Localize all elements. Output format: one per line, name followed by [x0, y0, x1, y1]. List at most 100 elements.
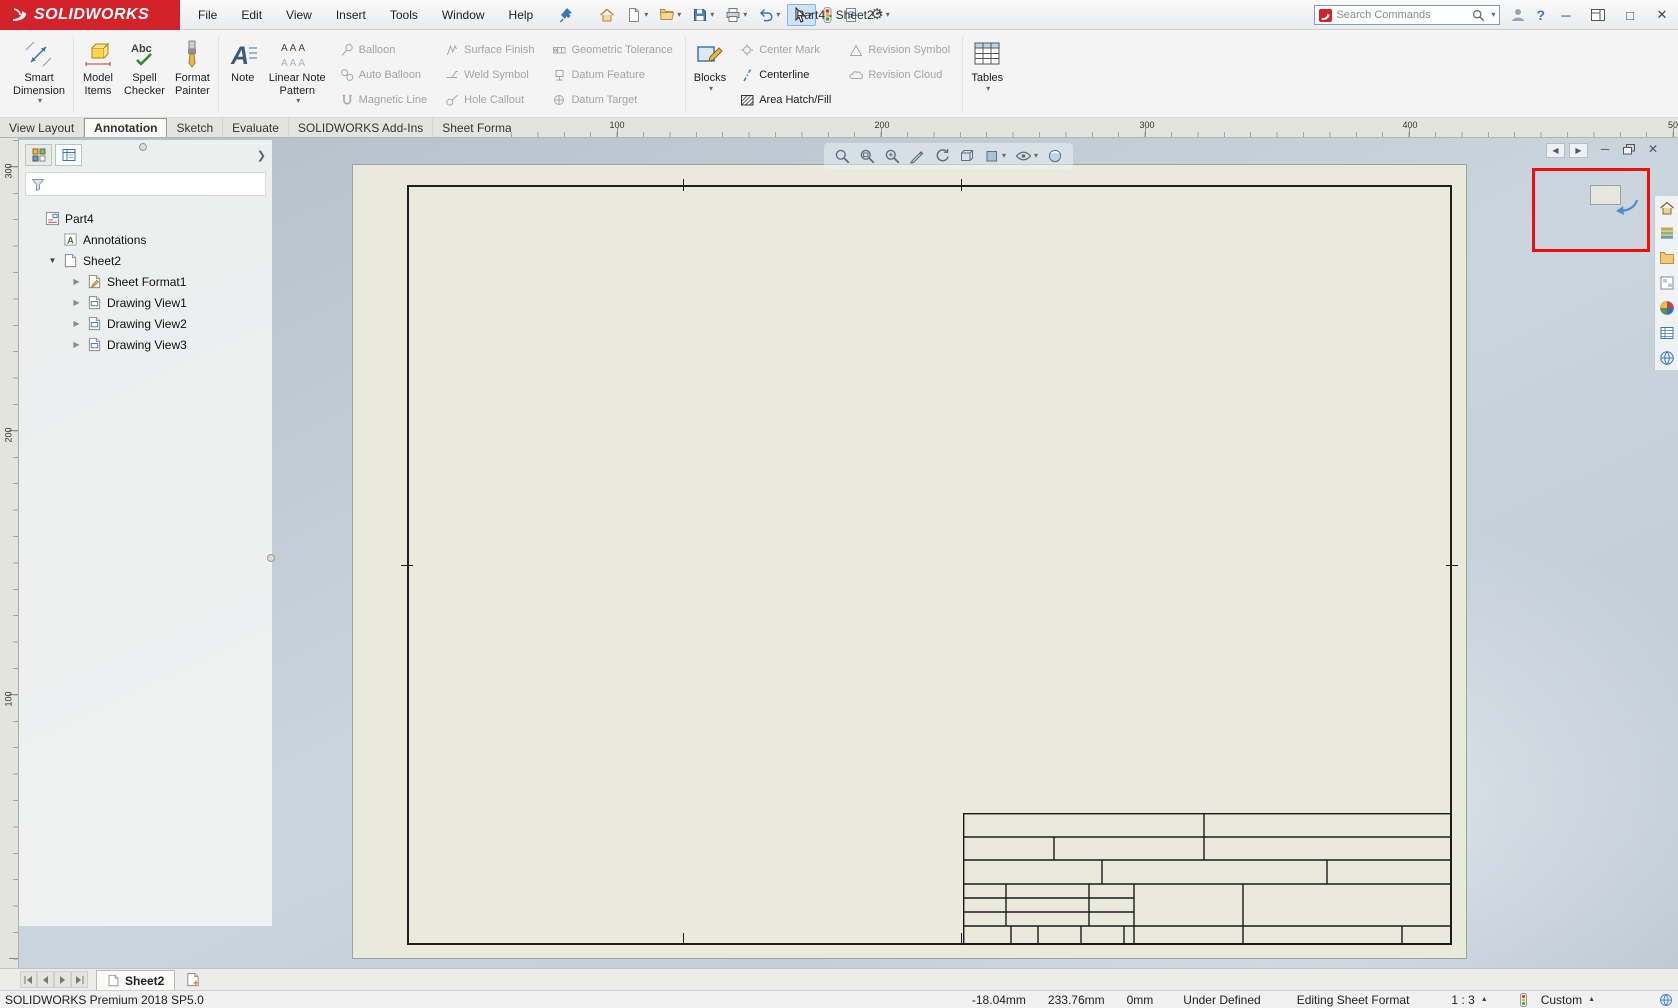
sheet-tab-sheet2[interactable]: Sheet2: [96, 970, 175, 990]
pin-menu-icon[interactable]: [559, 7, 573, 23]
last-sheet-button[interactable]: [71, 971, 88, 988]
smart-dimension-button[interactable]: Smart Dimension ▾: [8, 33, 70, 116]
chevron-down-icon[interactable]: ▾: [710, 11, 714, 19]
panel-splitter-handle[interactable]: [267, 554, 275, 562]
tree-item-drawing-view3[interactable]: ▶ Drawing View3: [19, 334, 272, 355]
new-document-button[interactable]: ▾: [622, 4, 652, 26]
minimize-button[interactable]: ─: [1555, 8, 1577, 23]
units-popup-icon[interactable]: ▲: [1588, 996, 1595, 1003]
status-units[interactable]: Custom: [1541, 993, 1582, 1007]
chevron-down-icon[interactable]: ▾: [1491, 11, 1495, 19]
print-button[interactable]: ▾: [721, 4, 751, 26]
menu-insert[interactable]: Insert: [324, 0, 378, 30]
open-button[interactable]: ▾: [655, 4, 685, 26]
weld-symbol-button[interactable]: Weld Symbol: [445, 66, 534, 83]
zoom-to-fit-icon[interactable]: [834, 148, 850, 164]
revision-cloud-button[interactable]: Revision Cloud: [849, 66, 950, 83]
next-sheet-icon[interactable]: ▶: [1569, 143, 1588, 158]
design-library-icon[interactable]: [1659, 225, 1675, 241]
window-panes-button[interactable]: [1587, 9, 1609, 21]
expand-icon[interactable]: ▶: [71, 277, 82, 286]
collapse-icon[interactable]: ▼: [47, 256, 58, 265]
user-account-icon[interactable]: [1510, 7, 1526, 23]
doc-minimize-icon[interactable]: ─: [1595, 142, 1615, 156]
linear-note-pattern-button[interactable]: AAAAAA Linear Note Pattern ▾: [264, 33, 331, 116]
help-button[interactable]: ?: [1536, 7, 1545, 23]
model-items-button[interactable]: Model Items: [77, 33, 119, 116]
next-sheet-button[interactable]: [54, 971, 71, 988]
view-palette-icon[interactable]: [1659, 275, 1675, 291]
apply-scene-icon[interactable]: [1047, 148, 1063, 164]
tree-item-drawing-view1[interactable]: ▶ Drawing View1: [19, 292, 272, 313]
magnetic-line-button[interactable]: Magnetic Line: [340, 91, 428, 108]
doc-restore-icon[interactable]: [1619, 144, 1639, 155]
custom-properties-icon[interactable]: [1659, 325, 1675, 341]
tables-button[interactable]: Tables ▾: [966, 33, 1008, 116]
menu-window[interactable]: Window: [430, 0, 497, 30]
surface-finish-button[interactable]: Surface Finish: [445, 41, 534, 58]
zoom-in-out-icon[interactable]: [884, 148, 900, 164]
previous-sheet-icon[interactable]: ◀: [1546, 143, 1565, 158]
tree-item-annotations[interactable]: A Annotations: [19, 229, 272, 250]
solidworks-resources-icon[interactable]: [1659, 350, 1675, 366]
format-painter-button[interactable]: Format Painter: [170, 33, 215, 116]
note-button[interactable]: A Note: [222, 33, 264, 116]
drawing-sheet[interactable]: [353, 165, 1466, 958]
home-button[interactable]: [595, 4, 619, 26]
hole-callout-button[interactable]: Hole Callout: [445, 91, 534, 108]
tree-item-sheet2[interactable]: ▼ Sheet2: [19, 250, 272, 271]
status-globe-icon[interactable]: [1659, 993, 1673, 1007]
chevron-down-icon[interactable]: ▾: [886, 11, 890, 19]
spell-checker-button[interactable]: Abc Spell Checker: [119, 33, 170, 116]
status-sheet-scale[interactable]: 1 : 3: [1451, 993, 1474, 1007]
feature-manager-tree-tab[interactable]: [25, 144, 52, 166]
datum-feature-button[interactable]: Datum Feature: [552, 66, 672, 83]
status-editing-mode[interactable]: Editing Sheet Format: [1297, 993, 1410, 1007]
blocks-button[interactable]: Blocks ▾: [689, 33, 731, 116]
menu-edit[interactable]: Edit: [229, 0, 274, 30]
status-rebuild-icon[interactable]: [1520, 993, 1527, 1007]
scale-popup-icon[interactable]: ▲: [1481, 996, 1488, 1003]
chevron-down-icon[interactable]: ▾: [743, 11, 747, 19]
expand-panel-chevron-icon[interactable]: ❯: [257, 149, 266, 162]
expand-icon[interactable]: ▶: [71, 298, 82, 307]
expand-icon[interactable]: ▶: [71, 340, 82, 349]
search-input[interactable]: [1336, 9, 1468, 21]
doc-close-icon[interactable]: ✕: [1643, 142, 1663, 156]
maximize-button[interactable]: □: [1619, 8, 1641, 23]
center-mark-button[interactable]: Center Mark: [740, 41, 831, 58]
area-hatch-fill-button[interactable]: Area Hatch/Fill: [740, 91, 831, 108]
tab-evaluate[interactable]: Evaluate: [223, 118, 289, 137]
datum-target-button[interactable]: Datum Target: [552, 91, 672, 108]
first-sheet-button[interactable]: [20, 971, 37, 988]
panel-splitter-handle[interactable]: [139, 143, 147, 151]
undo-button[interactable]: ▾: [754, 4, 784, 26]
previous-view-icon[interactable]: [934, 148, 950, 164]
chevron-down-icon[interactable]: ▾: [776, 11, 780, 19]
tab-sketch[interactable]: Sketch: [167, 118, 223, 137]
chevron-down-icon[interactable]: ▾: [38, 97, 42, 105]
menu-file[interactable]: File: [186, 0, 229, 30]
search-icon[interactable]: [1472, 9, 1485, 22]
3d-drawing-view-icon[interactable]: [959, 148, 975, 164]
menu-tools[interactable]: Tools: [378, 0, 430, 30]
chevron-down-icon[interactable]: ▾: [677, 11, 681, 19]
chevron-down-icon[interactable]: ▾: [986, 85, 990, 93]
display-style-icon[interactable]: ▾: [984, 148, 1006, 164]
tab-view-layout[interactable]: View Layout: [0, 118, 84, 137]
chevron-down-icon[interactable]: ▾: [296, 97, 300, 105]
menu-help[interactable]: Help: [497, 0, 546, 30]
geometric-tolerance-button[interactable]: Geometric Tolerance: [552, 41, 672, 58]
tab-annotation[interactable]: Annotation: [84, 118, 167, 137]
zoom-to-area-icon[interactable]: [859, 148, 875, 164]
chevron-down-icon[interactable]: ▾: [644, 11, 648, 19]
chevron-down-icon[interactable]: ▾: [1002, 152, 1006, 160]
search-scope-icon[interactable]: [1319, 9, 1332, 22]
previous-sheet-button[interactable]: [37, 971, 54, 988]
revision-symbol-button[interactable]: Revision Symbol: [849, 41, 950, 58]
add-sheet-button[interactable]: [185, 972, 201, 987]
balloon-button[interactable]: Balloon: [340, 41, 428, 58]
tree-item-sheet-format[interactable]: ▶ Sheet Format1: [19, 271, 272, 292]
auto-balloon-button[interactable]: Auto Balloon: [340, 66, 428, 83]
tree-item-part[interactable]: Part4: [19, 208, 272, 229]
